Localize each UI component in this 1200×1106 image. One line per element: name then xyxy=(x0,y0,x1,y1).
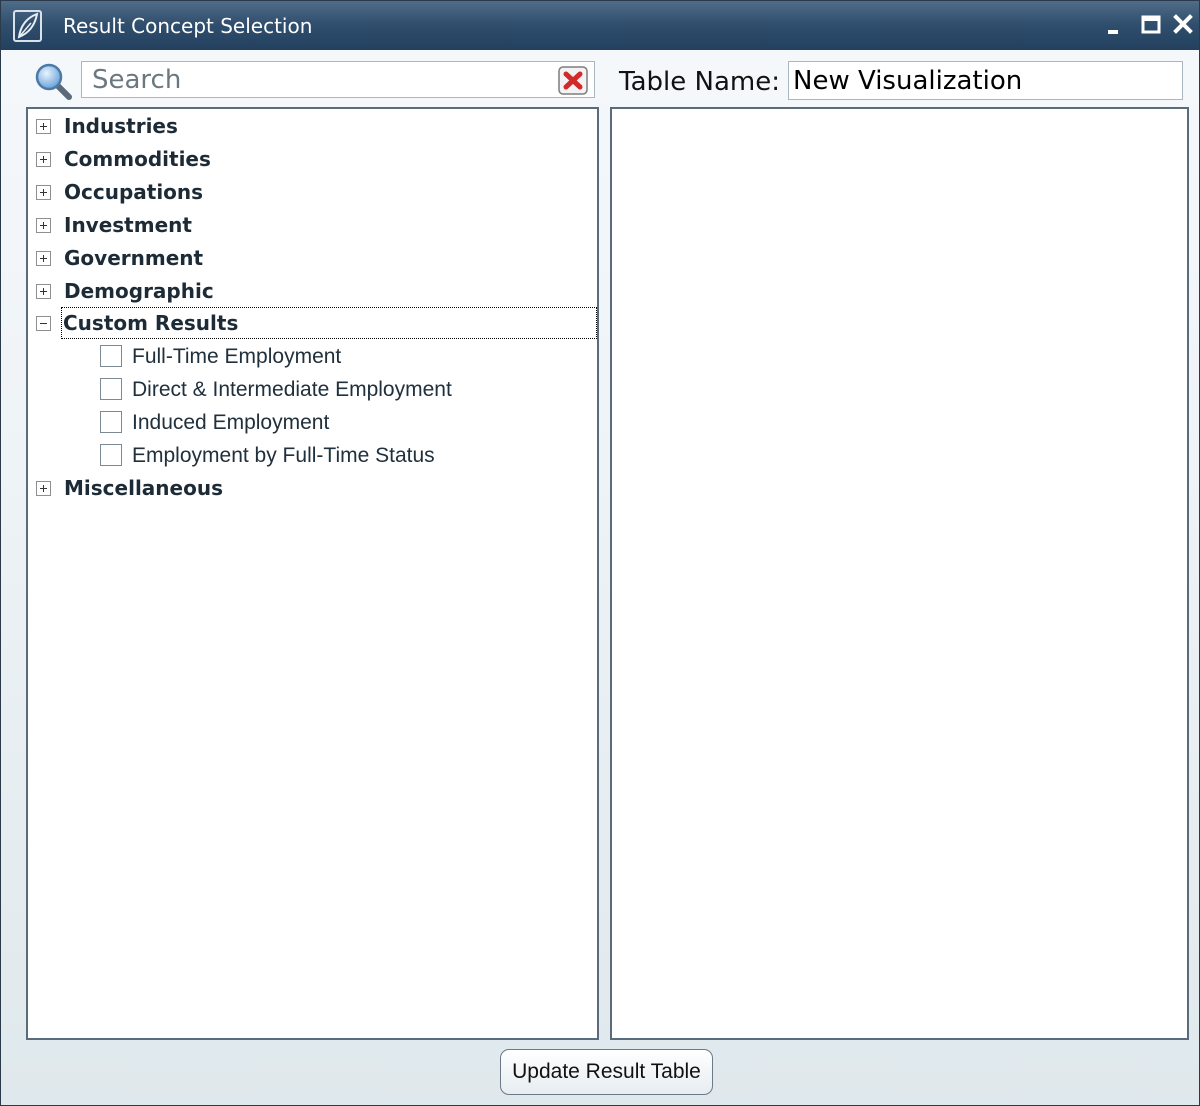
result-concept-selection-window: Result Concept Selection Search Table Na… xyxy=(0,0,1200,1106)
tree-node-investment[interactable]: Investment xyxy=(28,209,597,241)
maximize-icon[interactable] xyxy=(1138,11,1166,39)
tree-node-label: Demographic xyxy=(64,279,214,303)
tree-leaf-induced-employment[interactable]: Induced Employment xyxy=(28,406,597,439)
magnifier-icon xyxy=(34,62,74,102)
checkbox[interactable] xyxy=(100,345,122,367)
collapse-minus-icon[interactable] xyxy=(36,316,51,331)
tree-node-label: Government xyxy=(64,246,204,270)
clear-x-icon[interactable] xyxy=(557,66,591,96)
tree-leaf-full-time-employment[interactable]: Full-Time Employment xyxy=(28,340,597,373)
tree-leaf-label: Induced Employment xyxy=(132,411,330,434)
tree-node-industries[interactable]: Industries xyxy=(28,110,597,142)
expand-plus-icon[interactable] xyxy=(36,185,51,200)
tree-node-label: Miscellaneous xyxy=(64,476,223,500)
checkbox[interactable] xyxy=(100,411,122,433)
tree-node-label: Occupations xyxy=(64,180,204,204)
checkbox[interactable] xyxy=(100,378,122,400)
result-concept-tree[interactable]: Industries Commodities Occupations Inves… xyxy=(26,107,599,1040)
close-icon[interactable] xyxy=(1170,11,1198,39)
expand-plus-icon[interactable] xyxy=(36,218,51,233)
tree-node-occupations[interactable]: Occupations xyxy=(28,176,597,208)
expand-plus-icon[interactable] xyxy=(36,152,51,167)
tree-node-label: Investment xyxy=(64,213,192,237)
tree-node-commodities[interactable]: Commodities xyxy=(28,143,597,175)
tree-leaf-direct-intermediate-employment[interactable]: Direct & Intermediate Employment xyxy=(28,373,597,406)
expand-plus-icon[interactable] xyxy=(36,481,51,496)
tree-node-label: Industries xyxy=(64,114,178,138)
selected-results-panel[interactable] xyxy=(610,107,1189,1040)
tree-leaf-label: Direct & Intermediate Employment xyxy=(132,378,452,401)
title-bar[interactable]: Result Concept Selection xyxy=(1,1,1199,50)
tree-node-label: Custom Results xyxy=(63,311,239,335)
checkbox[interactable] xyxy=(100,444,122,466)
leaf-icon xyxy=(13,9,43,43)
tree-leaf-label: Employment by Full-Time Status xyxy=(132,444,435,467)
minimize-icon[interactable] xyxy=(1102,11,1130,39)
tree-node-label: Commodities xyxy=(64,147,211,171)
expand-plus-icon[interactable] xyxy=(36,251,51,266)
window-title: Result Concept Selection xyxy=(63,14,313,38)
search-input[interactable] xyxy=(81,61,595,98)
tree-leaf-label: Full-Time Employment xyxy=(132,345,342,368)
tree-node-custom-results[interactable]: Custom Results xyxy=(28,307,597,339)
table-name-label: Table Name: xyxy=(619,67,780,97)
tree-node-demographic[interactable]: Demographic xyxy=(28,275,597,307)
tree-leaf-employment-by-full-time-status[interactable]: Employment by Full-Time Status xyxy=(28,439,597,472)
expand-plus-icon[interactable] xyxy=(36,119,51,134)
update-result-table-button[interactable]: Update Result Table xyxy=(500,1049,713,1095)
tree-node-miscellaneous[interactable]: Miscellaneous xyxy=(28,472,597,504)
table-name-input[interactable] xyxy=(788,61,1183,100)
expand-plus-icon[interactable] xyxy=(36,284,51,299)
dialog-content: Table Name: Industries Commodities Occup… xyxy=(1,50,1199,1105)
tree-node-government[interactable]: Government xyxy=(28,242,597,274)
